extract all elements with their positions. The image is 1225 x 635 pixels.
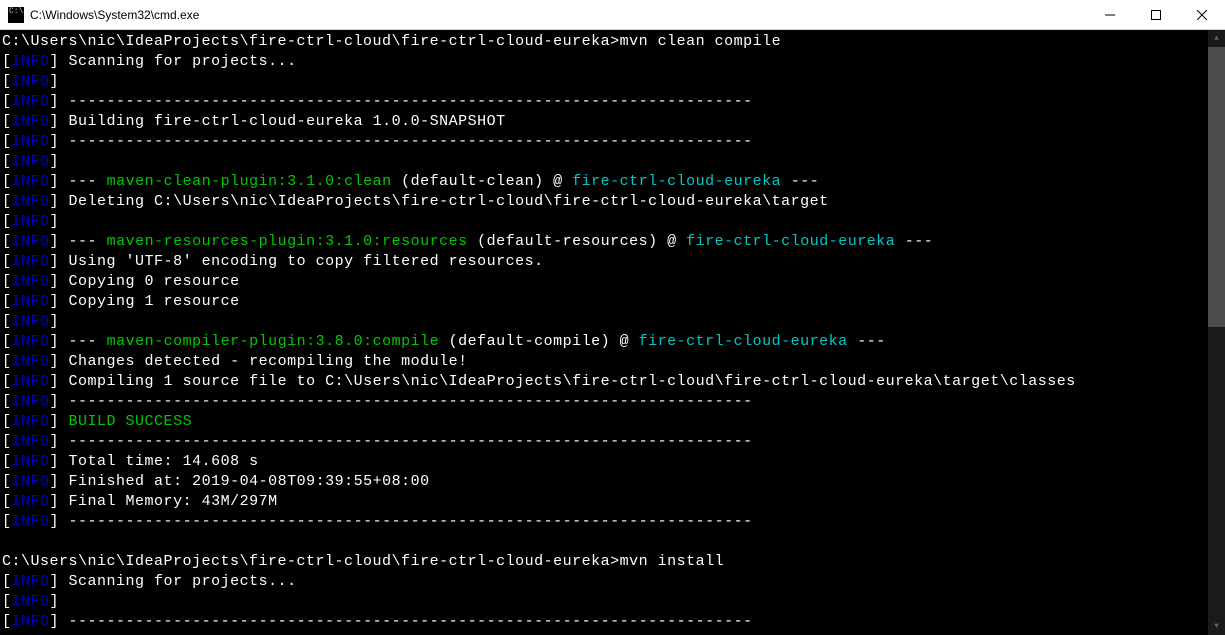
terminal-output[interactable]: C:\Users\nic\IdeaProjects\fire-ctrl-clou… [0, 30, 1208, 635]
scrollbar[interactable]: ▲ ▼ [1208, 30, 1225, 635]
log-line: [INFO] Changes detected - recompiling th… [2, 353, 468, 370]
log-line: [INFO] [2, 213, 59, 230]
maximize-button[interactable] [1133, 0, 1179, 29]
scroll-down-arrow[interactable]: ▼ [1208, 618, 1225, 635]
log-line: [INFO] Finished at: 2019-04-08T09:39:55+… [2, 473, 430, 490]
log-line: [INFO] Compiling 1 source file to C:\Use… [2, 373, 1076, 390]
log-line: [INFO] --- maven-resources-plugin:3.1.0:… [2, 233, 933, 250]
log-line: [INFO] Total time: 14.608 s [2, 453, 259, 470]
scroll-up-arrow[interactable]: ▲ [1208, 30, 1225, 47]
log-line: [INFO] [2, 73, 59, 90]
log-line: [INFO] Scanning for projects... [2, 53, 297, 70]
scroll-thumb[interactable] [1208, 47, 1225, 327]
titlebar: C:\Windows\System32\cmd.exe [0, 0, 1225, 30]
minimize-icon [1105, 10, 1115, 20]
log-line: [INFO] [2, 153, 59, 170]
minimize-button[interactable] [1087, 0, 1133, 29]
log-line: [INFO] Final Memory: 43M/297M [2, 493, 278, 510]
blank-line [2, 533, 12, 550]
log-line: [INFO] Copying 0 resource [2, 273, 240, 290]
cmd-icon [8, 7, 24, 23]
log-line: [INFO] ---------------------------------… [2, 433, 753, 450]
log-line: [INFO] ---------------------------------… [2, 133, 753, 150]
prompt-line: C:\Users\nic\IdeaProjects\fire-ctrl-clou… [2, 553, 724, 570]
log-line: [INFO] ---------------------------------… [2, 393, 753, 410]
terminal-container: C:\Users\nic\IdeaProjects\fire-ctrl-clou… [0, 30, 1225, 635]
log-line: [INFO] Deleting C:\Users\nic\IdeaProject… [2, 193, 829, 210]
close-icon [1197, 10, 1207, 20]
log-line: [INFO] ---------------------------------… [2, 93, 753, 110]
window-controls [1087, 0, 1225, 29]
log-line: [INFO] ---------------------------------… [2, 513, 753, 530]
log-line: [INFO] BUILD SUCCESS [2, 413, 192, 430]
log-line: [INFO] Copying 1 resource [2, 293, 240, 310]
log-line: [INFO] Using 'UTF-8' encoding to copy fi… [2, 253, 544, 270]
log-line: [INFO] [2, 593, 59, 610]
log-line: [INFO] ---------------------------------… [2, 613, 753, 630]
log-line: [INFO] --- maven-compiler-plugin:3.8.0:c… [2, 333, 886, 350]
close-button[interactable] [1179, 0, 1225, 29]
log-line: [INFO] --- maven-clean-plugin:3.1.0:clea… [2, 173, 819, 190]
prompt-line: C:\Users\nic\IdeaProjects\fire-ctrl-clou… [2, 33, 781, 50]
log-line: [INFO] Building fire-ctrl-cloud-eureka 1… [2, 113, 506, 130]
log-line: [INFO] Scanning for projects... [2, 573, 297, 590]
log-line: [INFO] [2, 313, 59, 330]
maximize-icon [1151, 10, 1161, 20]
window-title: C:\Windows\System32\cmd.exe [30, 8, 1087, 22]
